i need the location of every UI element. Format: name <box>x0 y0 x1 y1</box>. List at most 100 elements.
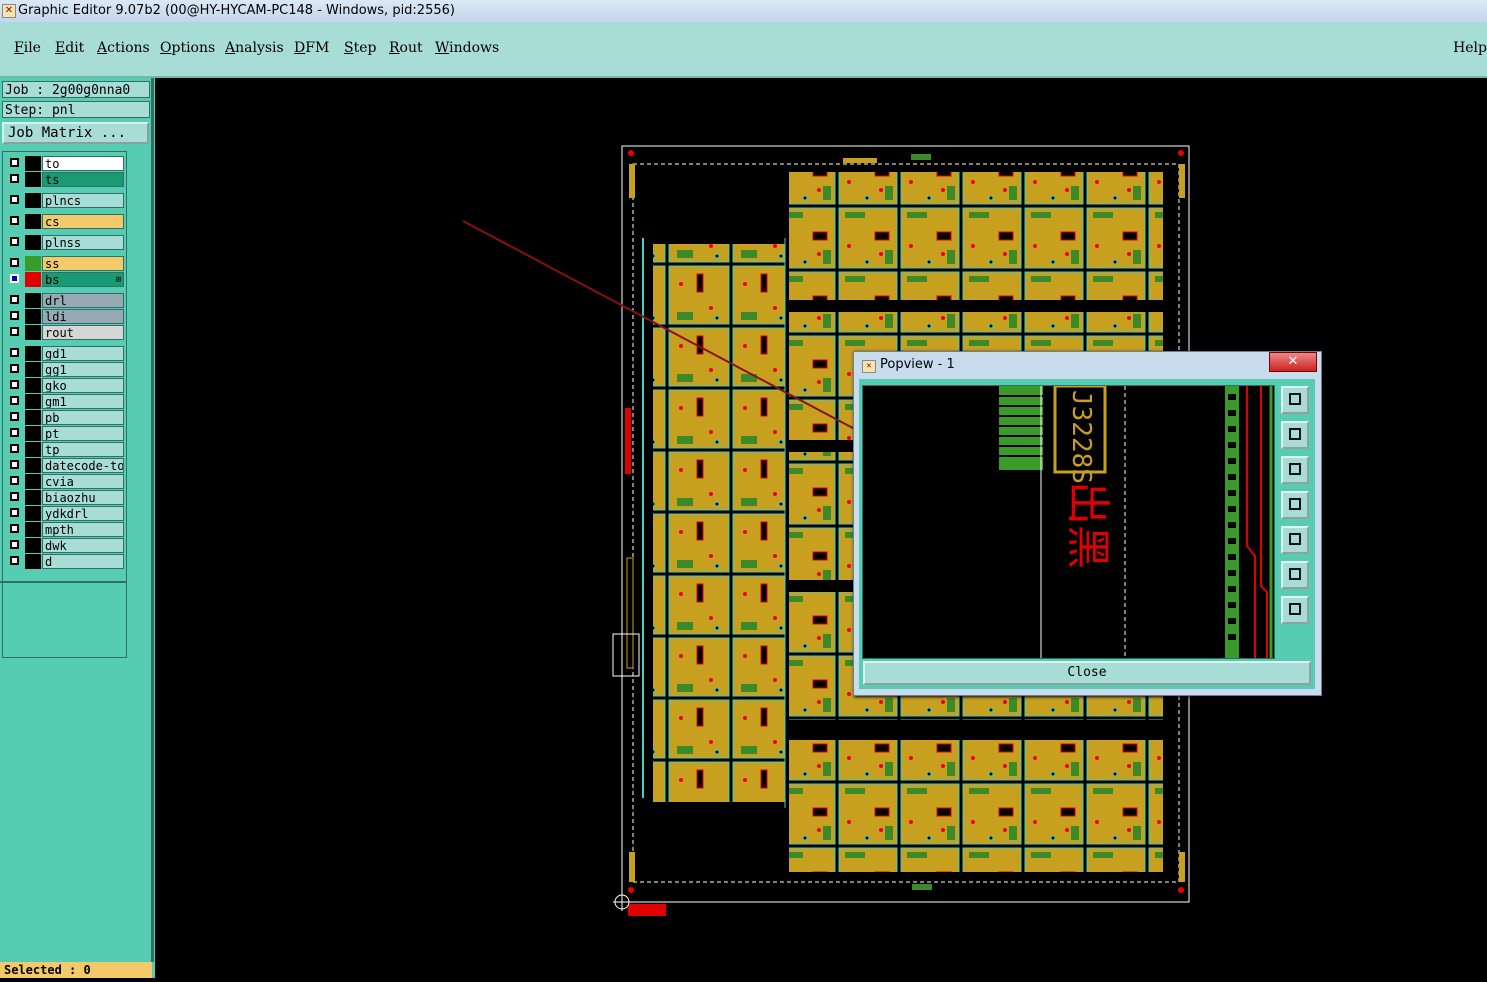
layer-color-swatch[interactable] <box>25 394 41 409</box>
pan-right-icon[interactable] <box>1281 526 1309 554</box>
layer-name[interactable]: bs ⊞ <box>42 272 124 287</box>
layer-color-swatch[interactable] <box>25 193 41 208</box>
menu-options[interactable]: Options <box>160 40 215 56</box>
layer-name[interactable]: tp <box>42 442 124 457</box>
layer-row-d[interactable]: d <box>5 554 124 569</box>
layer-name[interactable]: cvia <box>42 474 124 489</box>
menu-windows[interactable]: Windows <box>435 40 499 56</box>
layer-row-cs[interactable]: cs <box>5 214 124 229</box>
layer-checkbox[interactable] <box>10 540 19 549</box>
layer-color-swatch[interactable] <box>25 325 41 340</box>
layer-row-bs[interactable]: bs ⊞ <box>5 272 124 287</box>
layer-row-gko[interactable]: gko <box>5 378 124 393</box>
layer-color-swatch[interactable] <box>25 538 41 553</box>
layer-color-swatch[interactable] <box>25 362 41 377</box>
layer-name[interactable]: ts <box>42 172 124 187</box>
layer-color-swatch[interactable] <box>25 346 41 361</box>
layer-row-gd1[interactable]: gd1 <box>5 346 124 361</box>
layer-checkbox[interactable] <box>10 195 19 204</box>
layer-row-rout[interactable]: rout <box>5 325 124 340</box>
layer-name[interactable]: plncs <box>42 193 124 208</box>
layer-checkbox[interactable] <box>10 258 19 267</box>
layer-name[interactable]: ldi <box>42 309 124 324</box>
layer-row-drl[interactable]: drl <box>5 293 124 308</box>
layer-name[interactable]: to <box>42 156 124 171</box>
menu-edit[interactable]: Edit <box>55 40 84 56</box>
layer-checkbox[interactable] <box>10 556 19 565</box>
layer-color-swatch[interactable] <box>25 214 41 229</box>
pan-down-icon[interactable] <box>1281 456 1309 484</box>
menu-step[interactable]: Step <box>344 40 376 56</box>
layer-name[interactable]: pt <box>42 426 124 441</box>
job-matrix-button[interactable]: Job Matrix ... <box>2 122 149 144</box>
layer-color-swatch[interactable] <box>25 272 41 287</box>
layer-checkbox[interactable] <box>10 524 19 533</box>
menu-dfm[interactable]: DFM <box>294 40 329 56</box>
layer-row-dwk[interactable]: dwk <box>5 538 124 553</box>
layer-checkbox[interactable] <box>10 348 19 357</box>
menu-actions[interactable]: Actions <box>97 40 150 56</box>
layer-color-swatch[interactable] <box>25 156 41 171</box>
layer-name[interactable]: drl <box>42 293 124 308</box>
layer-row-to[interactable]: to <box>5 156 124 171</box>
layer-checkbox[interactable] <box>10 216 19 225</box>
layer-row-gm1[interactable]: gm1 <box>5 394 124 409</box>
layer-color-swatch[interactable] <box>25 309 41 324</box>
layer-checkbox[interactable] <box>10 311 19 320</box>
zoom-in-icon[interactable] <box>1281 561 1309 589</box>
zoom-window-icon[interactable] <box>1281 386 1309 414</box>
layer-name[interactable]: biaozhu <box>42 490 124 505</box>
layer-color-swatch[interactable] <box>25 378 41 393</box>
layer-checkbox[interactable] <box>10 380 19 389</box>
layer-checkbox[interactable] <box>10 444 19 453</box>
layer-row-datecode-to[interactable]: datecode-to <box>5 458 124 473</box>
layer-name[interactable]: gg1 <box>42 362 124 377</box>
layer-checkbox[interactable] <box>10 274 19 283</box>
layer-checkbox[interactable] <box>10 364 19 373</box>
layer-row-gg1[interactable]: gg1 <box>5 362 124 377</box>
pan-left-icon[interactable] <box>1281 491 1309 519</box>
layer-row-plnss[interactable]: plnss <box>5 235 124 250</box>
layer-color-swatch[interactable] <box>25 410 41 425</box>
pan-up-icon[interactable] <box>1281 421 1309 449</box>
layer-row-ss[interactable]: ss <box>5 256 124 271</box>
layer-name[interactable]: ss <box>42 256 124 271</box>
layer-row-ldi[interactable]: ldi <box>5 309 124 324</box>
layer-checkbox[interactable] <box>10 237 19 246</box>
popview-viewport[interactable]: J3228S 出黑 <box>862 385 1275 659</box>
layer-name[interactable]: d <box>42 554 124 569</box>
layer-color-swatch[interactable] <box>25 474 41 489</box>
layer-checkbox[interactable] <box>10 295 19 304</box>
layer-checkbox[interactable] <box>10 428 19 437</box>
layer-checkbox[interactable] <box>10 476 19 485</box>
layer-name[interactable]: gm1 <box>42 394 124 409</box>
layer-name[interactable]: datecode-to <box>42 458 124 473</box>
layer-color-swatch[interactable] <box>25 426 41 441</box>
layer-checkbox[interactable] <box>10 158 19 167</box>
layer-checkbox[interactable] <box>10 327 19 336</box>
layer-row-biaozhu[interactable]: biaozhu <box>5 490 124 505</box>
layer-color-swatch[interactable] <box>25 442 41 457</box>
layer-name[interactable]: rout <box>42 325 124 340</box>
layer-color-swatch[interactable] <box>25 172 41 187</box>
layer-name[interactable]: plnss <box>42 235 124 250</box>
layer-checkbox[interactable] <box>10 460 19 469</box>
layer-color-swatch[interactable] <box>25 256 41 271</box>
layer-checkbox[interactable] <box>10 412 19 421</box>
layer-name[interactable]: ydkdrl <box>42 506 124 521</box>
layer-name[interactable]: pb <box>42 410 124 425</box>
layer-color-swatch[interactable] <box>25 458 41 473</box>
layer-checkbox[interactable] <box>10 396 19 405</box>
layer-name[interactable]: dwk <box>42 538 124 553</box>
layer-checkbox[interactable] <box>10 508 19 517</box>
menu-file[interactable]: File <box>14 40 41 56</box>
layer-color-swatch[interactable] <box>25 506 41 521</box>
layer-checkbox[interactable] <box>10 492 19 501</box>
layer-color-swatch[interactable] <box>25 490 41 505</box>
layer-row-mpth[interactable]: mpth <box>5 522 124 537</box>
menu-help[interactable]: Help <box>1453 40 1487 56</box>
layer-color-swatch[interactable] <box>25 554 41 569</box>
layer-color-swatch[interactable] <box>25 235 41 250</box>
popview-close-button[interactable]: Close <box>863 661 1311 685</box>
layer-row-cvia[interactable]: cvia <box>5 474 124 489</box>
